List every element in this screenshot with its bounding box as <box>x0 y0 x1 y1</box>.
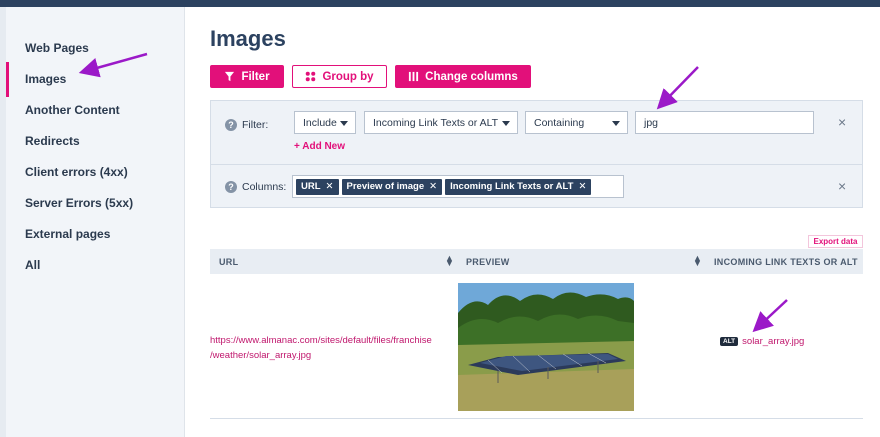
column-chip-incoming-links: Incoming Link Texts or ALT ✕ <box>445 178 592 195</box>
column-header-url[interactable]: URL <box>219 257 238 267</box>
close-icon[interactable]: × <box>838 178 846 194</box>
help-icon[interactable]: ? <box>225 181 237 193</box>
filter-value-input[interactable]: jpg <box>635 111 814 134</box>
filter-value-text: jpg <box>644 116 659 129</box>
change-columns-button-label: Change columns <box>425 70 518 83</box>
chip-label: Preview of image <box>346 181 425 192</box>
field-select-value: Incoming Link Texts or ALT <box>373 116 499 129</box>
column-chip-url: URL ✕ <box>296 178 339 195</box>
main-content: Images Filter Group by Change columns ? … <box>185 7 880 437</box>
group-by-button-label: Group by <box>322 70 374 83</box>
sidebar-item-external-pages[interactable]: External pages <box>25 227 110 241</box>
filter-panel: ? Filter: Include Incoming Link Texts or… <box>210 100 863 165</box>
group-by-button[interactable]: Group by <box>292 65 387 88</box>
close-icon[interactable]: × <box>838 114 846 130</box>
caret-down-icon <box>340 121 348 126</box>
sidebar-item-redirects[interactable]: Redirects <box>25 134 80 148</box>
include-select[interactable]: Include <box>294 111 356 134</box>
filter-label: ? Filter: <box>225 119 268 131</box>
solar-panel-photo <box>458 283 634 411</box>
table-row-url-link[interactable]: https://www.almanac.com/sites/default/fi… <box>210 333 445 363</box>
top-bar <box>0 0 880 7</box>
column-header-preview[interactable]: PREVIEW <box>466 257 510 267</box>
funnel-icon <box>225 71 235 82</box>
chip-label: Incoming Link Texts or ALT <box>450 181 574 192</box>
help-icon[interactable]: ? <box>225 119 237 131</box>
alt-text-cell: ALT solar_array.jpg <box>720 336 804 347</box>
page-title: Images <box>210 26 286 51</box>
sidebar-item-all[interactable]: All <box>25 258 40 272</box>
caret-down-icon <box>612 121 620 126</box>
columns-chip-input[interactable]: URL ✕ Preview of image ✕ Incoming Link T… <box>292 175 624 198</box>
sidebar-item-client-errors[interactable]: Client errors (4xx) <box>25 165 128 179</box>
export-data-button[interactable]: Export data <box>808 235 863 248</box>
table-header: URL ▲ ▼ PREVIEW ▲ ▼ INCOMING LINK TEXTS OR… <box>210 249 863 274</box>
sidebar-item-server-errors[interactable]: Server Errors (5xx) <box>25 196 133 210</box>
column-header-incoming-links[interactable]: INCOMING LINK TEXTS OR ALT <box>714 257 858 267</box>
sidebar: Web Pages Images Another Content Redirec… <box>0 7 185 437</box>
columns-label-text: Columns: <box>242 181 287 193</box>
remove-chip-icon[interactable]: ✕ <box>429 181 437 192</box>
caret-down-icon <box>502 121 510 126</box>
operator-select-value: Containing <box>534 116 585 129</box>
sort-icon[interactable]: ▲ ▼ <box>693 254 702 268</box>
chip-label: URL <box>301 181 321 192</box>
columns-icon <box>409 71 419 82</box>
url-line: /weather/solar_array.jpg <box>210 350 312 361</box>
sidebar-item-another-content[interactable]: Another Content <box>25 103 120 117</box>
change-columns-button[interactable]: Change columns <box>395 65 531 88</box>
alt-text-link[interactable]: solar_array.jpg <box>742 336 804 347</box>
filter-button-label: Filter <box>241 70 270 83</box>
sort-icon[interactable]: ▲ ▼ <box>445 254 454 268</box>
column-chip-preview: Preview of image ✕ <box>341 178 443 195</box>
sidebar-item-web-pages[interactable]: Web Pages <box>25 41 89 55</box>
add-new-filter-link[interactable]: + Add New <box>294 141 345 152</box>
table-row-divider <box>210 418 863 419</box>
remove-chip-icon[interactable]: ✕ <box>326 181 334 192</box>
field-select[interactable]: Incoming Link Texts or ALT <box>364 111 518 134</box>
sidebar-item-images[interactable]: Images <box>25 72 66 86</box>
include-select-value: Include <box>303 116 337 129</box>
url-line: https://www.almanac.com/sites/default/fi… <box>210 335 432 346</box>
operator-select[interactable]: Containing <box>525 111 628 134</box>
filter-label-text: Filter: <box>242 119 269 131</box>
filter-button[interactable]: Filter <box>210 65 284 88</box>
columns-panel: ? Columns: URL ✕ Preview of image ✕ Inco… <box>210 164 863 208</box>
active-indicator <box>6 62 9 97</box>
remove-chip-icon[interactable]: ✕ <box>578 181 586 192</box>
columns-label: ? Columns: <box>225 181 286 193</box>
grid-dots-icon <box>306 71 316 82</box>
alt-badge: ALT <box>720 337 739 346</box>
